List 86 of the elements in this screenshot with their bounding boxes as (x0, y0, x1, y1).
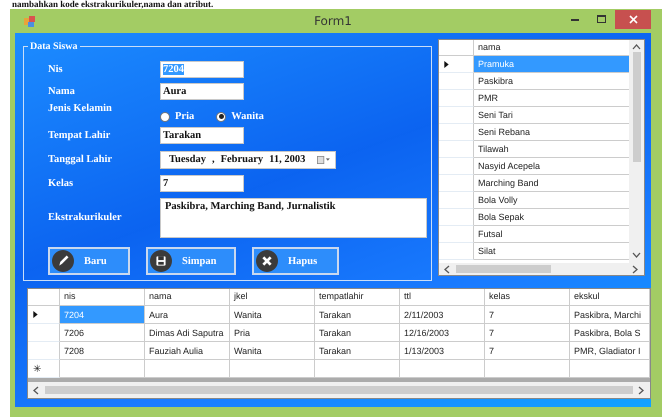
column-header[interactable]: ttl (400, 289, 485, 306)
close-icon (256, 250, 278, 272)
row-header[interactable]: ✳ (28, 360, 60, 378)
table-cell[interactable]: Pria (230, 324, 315, 342)
scroll-right-icon[interactable] (631, 264, 640, 274)
scroll-left-icon[interactable] (443, 264, 452, 274)
table-cell[interactable] (485, 360, 570, 378)
column-header[interactable]: ekskul (570, 289, 650, 306)
table-cell[interactable] (60, 360, 145, 378)
scroll-left-icon[interactable] (32, 386, 41, 394)
table-cell[interactable]: Tarakan (315, 306, 400, 324)
save-icon (150, 250, 172, 272)
table-cell[interactable] (230, 360, 315, 378)
date-month: February (220, 154, 264, 165)
field-label: Nama (48, 86, 76, 97)
table-cell[interactable]: 7206 (60, 324, 145, 342)
table-cell[interactable] (145, 360, 230, 378)
app-icon (24, 15, 36, 27)
column-header[interactable]: kelas (485, 289, 570, 306)
date-weekday: Tuesday (169, 154, 206, 165)
date-day-year: 11, 2003 (269, 154, 306, 165)
table-cell[interactable] (400, 360, 485, 378)
row-pointer-icon (33, 311, 38, 318)
field-label: Tanggal Lahir (48, 154, 114, 165)
radio-option[interactable]: Wanita (216, 111, 264, 122)
table-cell[interactable]: Paskibra, Bola S (570, 324, 650, 342)
data-grid[interactable] (27, 288, 651, 399)
text-field[interactable]: Aura (160, 83, 244, 100)
table-cell[interactable]: 7 (485, 306, 570, 324)
table-cell[interactable]: Tarakan (315, 342, 400, 360)
date-separator: , (212, 154, 215, 165)
row-pointer-icon (444, 60, 449, 68)
table-cell[interactable]: 7 (485, 342, 570, 360)
scroll-thumb[interactable] (456, 265, 551, 273)
field-label: Ekstrakurikuler (48, 212, 123, 223)
scroll-down-icon[interactable] (632, 251, 641, 260)
table-cell[interactable]: 1/13/2003 (400, 342, 485, 360)
calendar-dropdown-icon[interactable] (317, 154, 331, 164)
maximize-icon (597, 15, 606, 23)
column-header[interactable]: nama (145, 289, 230, 306)
column-header[interactable]: jkel (230, 289, 315, 306)
horizontal-scrollbar[interactable] (439, 263, 644, 275)
table-cell[interactable]: 2/11/2003 (400, 306, 485, 324)
group-title: Data Siswa (29, 41, 79, 52)
scroll-thumb[interactable] (45, 386, 633, 394)
table-cell[interactable]: Paskibra, Marchi (570, 306, 650, 324)
row-header[interactable] (28, 306, 60, 324)
close-icon (628, 14, 638, 24)
text-field[interactable]: Tarakan (160, 127, 244, 144)
scroll-up-icon[interactable] (632, 43, 641, 52)
date-picker[interactable]: Tuesday , February 11, 2003 (160, 150, 336, 168)
table-cell[interactable]: Fauziah Aulia (145, 342, 230, 360)
radio-option[interactable]: Pria (160, 111, 194, 122)
field-label: Jenis Kelamin (48, 103, 113, 114)
close-button[interactable] (615, 10, 651, 28)
table-cell[interactable]: Tarakan (315, 324, 400, 342)
radio-button[interactable] (216, 112, 226, 122)
table-cell[interactable]: 7208 (60, 342, 145, 360)
table-cell[interactable] (570, 360, 650, 378)
minimize-icon (570, 16, 578, 22)
table-cell[interactable]: Aura (145, 306, 230, 324)
table-cell[interactable]: PMR, Gladiator I (570, 342, 650, 360)
pencil-icon (52, 250, 74, 272)
scroll-thumb[interactable] (632, 52, 640, 162)
table-cell[interactable]: 12/16/2003 (400, 324, 485, 342)
vertical-scrollbar[interactable] (629, 40, 644, 263)
horizontal-scrollbar[interactable] (28, 382, 650, 398)
window-title: Form1 (314, 14, 352, 28)
scroll-right-icon[interactable] (637, 386, 646, 394)
field-label: Nis (48, 64, 64, 74)
radio-button[interactable] (160, 112, 170, 122)
text-area[interactable]: Paskibra, Marching Band, Jurnalistik (160, 198, 427, 238)
table-cell[interactable]: Wanita (230, 306, 315, 324)
table-cell[interactable]: 7 (485, 324, 570, 342)
column-header[interactable]: nis (60, 289, 145, 306)
row-header-corner (28, 289, 60, 306)
table-cell[interactable]: Wanita (230, 342, 315, 360)
document-text: nambahkan kode ekstrakurikuler,nama dan atribut. (11, 0, 214, 9)
table-cell[interactable]: Dimas Adi Saputra (145, 324, 230, 342)
data-grid[interactable]: nama Pramuka Paskibra PMR Seni Tari Seni Rebana Tilawah Nasyid Acepela Marching Band Bola Volly Bola Sepak Futsal Silat (438, 39, 645, 276)
field-label: Kelas (48, 178, 74, 189)
text-field[interactable]: 7 (160, 175, 244, 192)
table-cell[interactable] (315, 360, 400, 378)
column-header[interactable]: tempatlahir (315, 289, 400, 306)
field-label: Tempat Lahir (48, 130, 112, 141)
row-header-corner (439, 40, 474, 56)
